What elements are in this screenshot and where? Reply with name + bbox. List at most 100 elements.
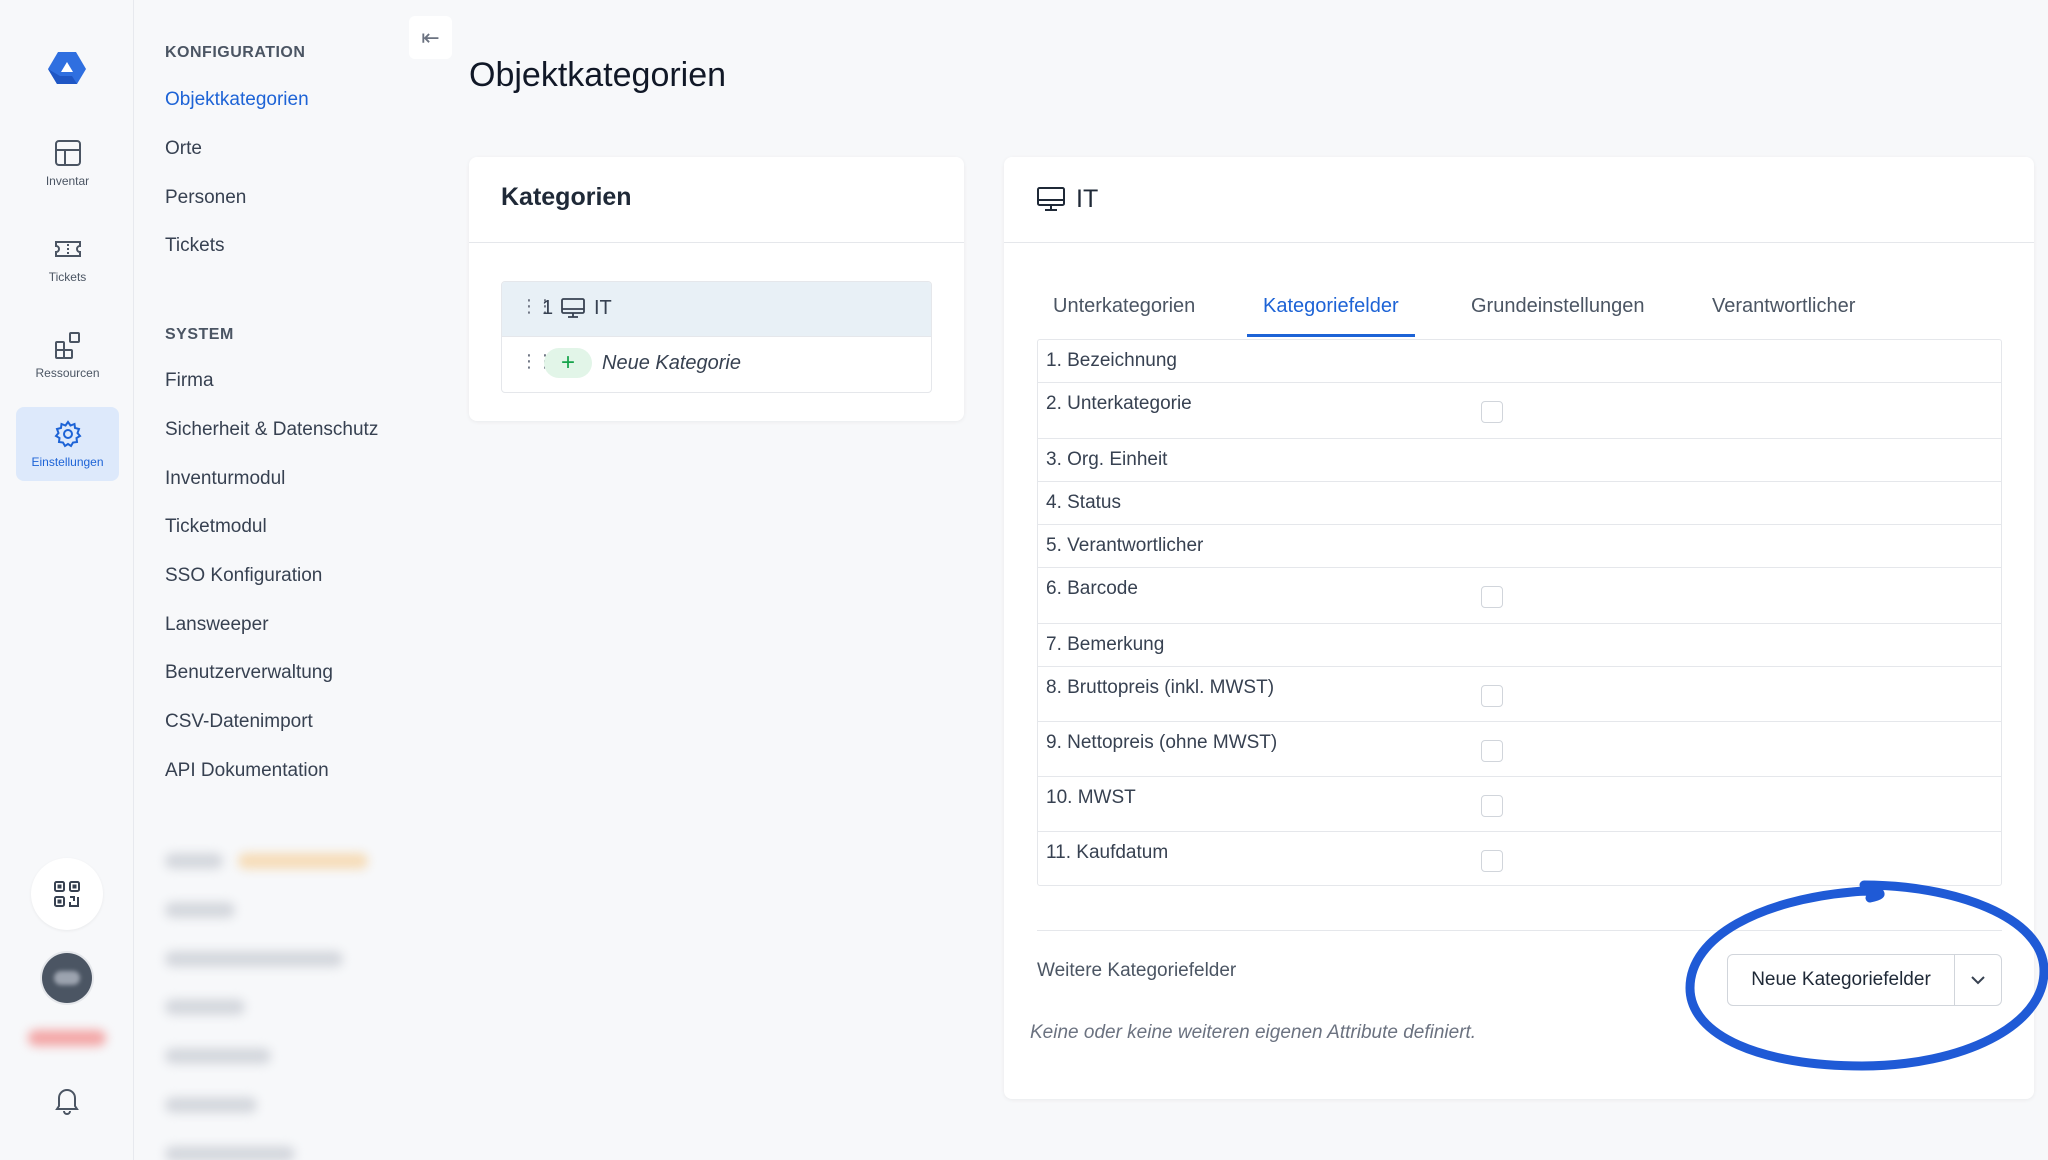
more-fields-empty-text: Keine oder keine weiteren eigenen Attrib… [1030, 1022, 1477, 1043]
nav-item-personen[interactable]: Personen [165, 187, 246, 209]
bell-icon[interactable] [51, 1084, 83, 1116]
categories-card: Kategorien ⋮⋮ 1 IT ⋮⋮ + Neue Kategorie [469, 157, 964, 421]
rail-label-ressourcen: Ressourcen [35, 366, 100, 380]
rail-label-tickets: Tickets [48, 270, 87, 284]
new-category-fields-button[interactable]: Neue Kategoriefelder [1728, 955, 1955, 1005]
collapse-sidebar-button[interactable]: ⇤ [409, 16, 452, 59]
category-name: IT [594, 297, 612, 319]
detail-header: IT [1004, 157, 2034, 243]
ticket-icon [54, 241, 81, 257]
redacted-item [165, 999, 245, 1015]
add-category-button[interactable]: + [544, 348, 592, 378]
chevron-down-icon [1971, 976, 1985, 985]
field-label: 2. Unterkategorie [1046, 393, 1192, 414]
tab-kategoriefelder[interactable]: Kategoriefelder [1247, 281, 1415, 337]
detail-title: IT [1076, 185, 1099, 213]
rail-label-einstellungen: Einstellungen [31, 455, 104, 469]
icon-rail: Inventar Tickets Ressourcen Einstellunge… [0, 0, 134, 1160]
redacted-badge [238, 853, 368, 869]
field-label: 10. MWST [1046, 787, 1136, 808]
nav-item-inventurmodul[interactable]: Inventurmodul [165, 468, 285, 490]
field-checkbox[interactable] [1481, 795, 1503, 817]
rail-item-inventar[interactable]: Inventar [16, 126, 119, 200]
field-row: 11. Kaufdatum [1038, 832, 2001, 885]
redacted-heading [165, 853, 223, 869]
resources-icon [54, 332, 80, 359]
tab-unterkategorien[interactable]: Unterkategorien [1037, 281, 1211, 337]
field-row: 4. Status [1038, 482, 2001, 525]
nav-item-sso[interactable]: SSO Konfiguration [165, 565, 322, 587]
nav-item-lansweeper[interactable]: Lansweeper [165, 614, 269, 636]
field-row: 10. MWST [1038, 777, 2001, 832]
field-row: 1. Bezeichnung [1038, 340, 2001, 383]
page-title: Objektkategorien [469, 56, 727, 94]
field-checkbox[interactable] [1481, 685, 1503, 707]
redacted-item [165, 1097, 257, 1113]
nav-item-ticketmodul[interactable]: Ticketmodul [165, 516, 267, 538]
nav-item-tickets[interactable]: Tickets [165, 235, 224, 257]
nav-heading-system: SYSTEM [165, 326, 234, 343]
nav-item-firma[interactable]: Firma [165, 370, 214, 392]
category-detail-card: IT Unterkategorien Kategoriefelder Grund… [1004, 157, 2034, 1099]
field-checkbox[interactable] [1481, 740, 1503, 762]
nav-item-objektkategorien[interactable]: Objektkategorien [165, 89, 309, 111]
avatar[interactable] [42, 953, 92, 1003]
rail-item-ressourcen[interactable]: Ressourcen [16, 318, 119, 392]
app-logo-icon[interactable] [46, 48, 88, 90]
new-category-row[interactable]: ⋮⋮ + Neue Kategorie [502, 336, 931, 392]
qr-code-icon [54, 881, 80, 907]
detail-tabs: Unterkategorien Kategoriefelder Grundein… [1037, 281, 1997, 337]
field-row: 3. Org. Einheit [1038, 439, 2001, 482]
tab-grundeinstellungen[interactable]: Grundeinstellungen [1455, 281, 1660, 337]
field-label: 7. Bemerkung [1046, 634, 1165, 655]
field-row: 7. Bemerkung [1038, 624, 2001, 667]
field-label: 5. Verantwortlicher [1046, 535, 1204, 556]
field-label: 1. Bezeichnung [1046, 350, 1177, 371]
field-row: 2. Unterkategorie [1038, 383, 2001, 439]
field-row: 6. Barcode [1038, 568, 2001, 624]
field-row: 5. Verantwortlicher [1038, 525, 2001, 568]
field-checkbox[interactable] [1481, 586, 1503, 608]
nav-item-orte[interactable]: Orte [165, 138, 202, 160]
category-tree: ⋮⋮ 1 IT ⋮⋮ + Neue Kategorie [501, 281, 932, 393]
nav-item-api[interactable]: API Dokumentation [165, 760, 329, 782]
field-row: 8. Bruttopreis (inkl. MWST) [1038, 667, 2001, 722]
nav-item-csv[interactable]: CSV-Datenimport [165, 711, 313, 733]
field-label: 4. Status [1046, 492, 1121, 513]
new-category-label[interactable]: Neue Kategorie [602, 352, 741, 375]
rail-item-einstellungen[interactable]: Einstellungen [16, 407, 119, 481]
redacted-item [165, 951, 343, 967]
monitor-icon [1037, 187, 1065, 211]
field-checkbox[interactable] [1481, 401, 1503, 423]
field-row: 9. Nettopreis (ohne MWST) [1038, 722, 2001, 777]
nav-item-sicherheit[interactable]: Sicherheit & Datenschutz [165, 419, 378, 441]
redacted-item [165, 1146, 295, 1160]
field-label: 8. Bruttopreis (inkl. MWST) [1046, 677, 1275, 698]
qr-code-button[interactable] [31, 858, 103, 930]
rail-label-inventar: Inventar [45, 174, 90, 188]
rail-item-tickets[interactable]: Tickets [16, 222, 119, 296]
redacted-label [28, 1030, 106, 1046]
more-fields-label: Weitere Kategoriefelder [1037, 960, 1237, 981]
collapse-arrow-icon: ⇤ [421, 25, 440, 50]
redacted-item [165, 902, 235, 918]
grid-icon [54, 140, 81, 166]
field-label: 3. Org. Einheit [1046, 449, 1168, 470]
settings-nav: KONFIGURATION Objektkategorien Orte Pers… [134, 0, 458, 1160]
section-divider [1037, 930, 2002, 931]
field-label: 6. Barcode [1046, 578, 1138, 599]
categories-card-title: Kategorien [469, 157, 964, 243]
nav-item-benutzerverwaltung[interactable]: Benutzerverwaltung [165, 662, 333, 684]
plus-icon: + [560, 349, 575, 376]
field-label: 9. Nettopreis (ohne MWST) [1046, 732, 1278, 753]
field-label: 11. Kaufdatum [1046, 842, 1169, 863]
new-category-fields-split-button: Neue Kategoriefelder [1727, 954, 2002, 1006]
field-checkbox[interactable] [1481, 850, 1503, 872]
monitor-icon [561, 298, 585, 318]
tab-verantwortlicher[interactable]: Verantwortlicher [1696, 281, 1871, 337]
nav-heading-konfiguration: KONFIGURATION [165, 44, 306, 61]
category-row-it[interactable]: ⋮⋮ 1 IT [502, 282, 931, 336]
category-number: 1 [542, 297, 554, 319]
new-category-fields-dropdown[interactable] [1955, 955, 2001, 1005]
gear-icon [53, 420, 82, 448]
